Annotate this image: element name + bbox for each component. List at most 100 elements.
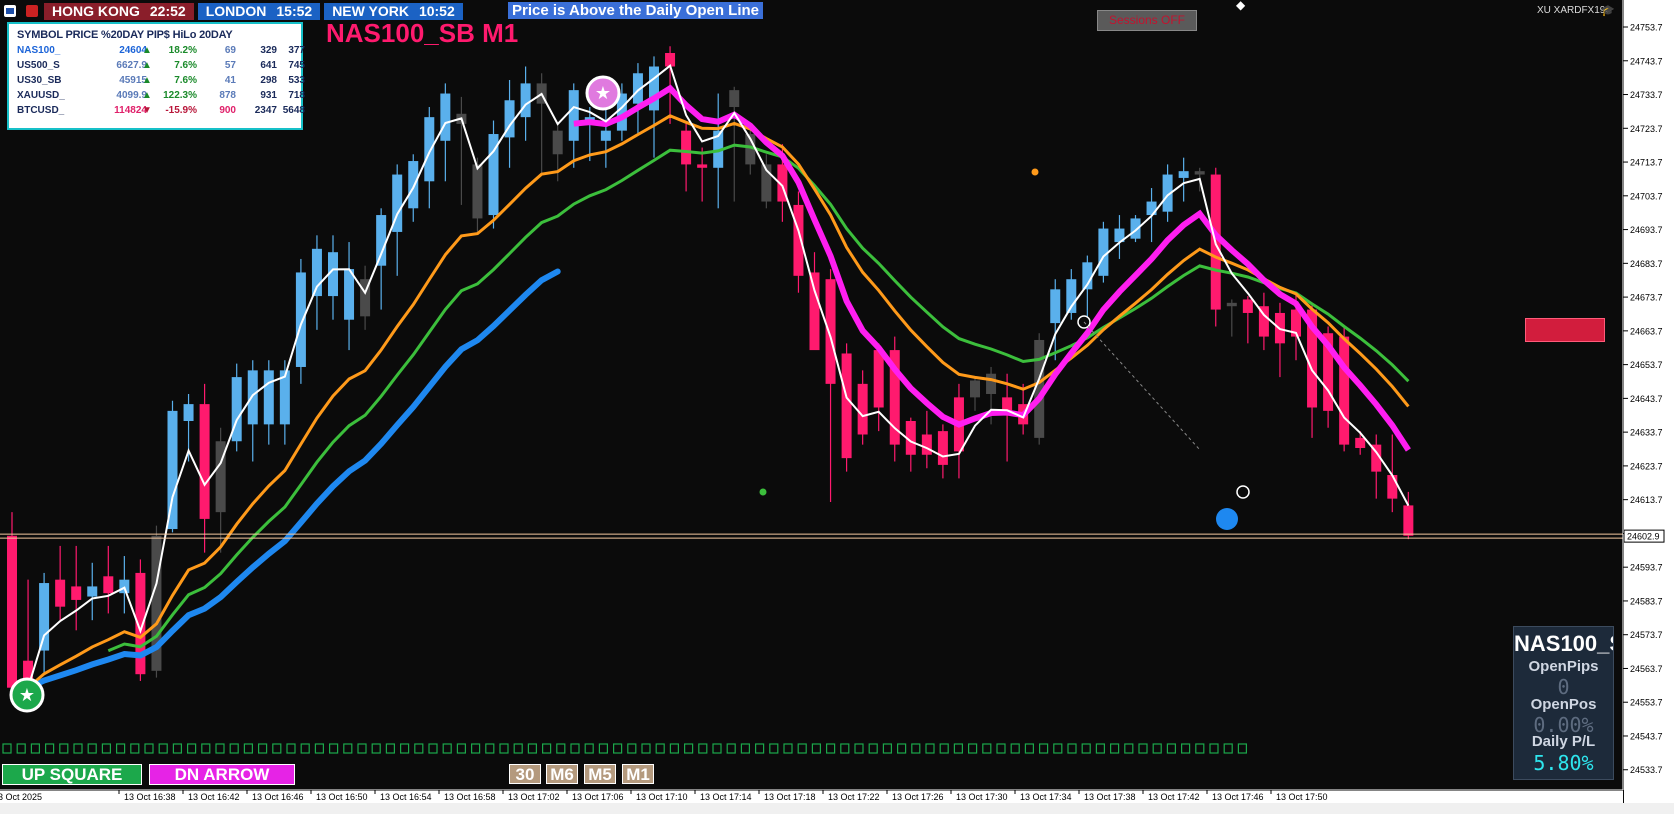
status-strip — [0, 803, 1674, 814]
candle-body — [247, 370, 258, 425]
signal-square — [30, 743, 40, 754]
summary-20day: 745 — [288, 60, 305, 71]
clock-hong-kong: HONG KONG 22:52 — [44, 2, 194, 20]
clock-london: LONDON 15:52 — [197, 2, 321, 20]
time-tick-label: 3 Oct 2025 — [0, 792, 42, 802]
summary-row: XAUUSD_ 4099.9 ▲ 122.3% 878 931 718 — [17, 90, 305, 104]
time-tick-label: 13 Oct 17:22 — [828, 792, 880, 802]
candle-body — [520, 83, 531, 118]
signal-square — [754, 743, 765, 754]
dn-arrow-button[interactable]: DN ARROW — [149, 764, 295, 785]
time-tick-label: 13 Oct 17:14 — [700, 792, 752, 802]
candle-body — [986, 373, 997, 394]
signal-square — [513, 743, 523, 754]
tf-30-button[interactable]: 30 — [509, 764, 541, 784]
summary-price: 114824 — [114, 105, 147, 116]
blue-dot-marker — [1216, 508, 1238, 530]
summary-pips: 57 — [224, 60, 236, 71]
signal-square — [911, 743, 921, 754]
price-tick-label: 24613.7 — [1630, 495, 1663, 505]
price-tick-label: 24653.7 — [1630, 360, 1663, 370]
price-tick-label: 24733.7 — [1630, 90, 1663, 100]
signal-square — [783, 743, 793, 754]
summary-pct: 18.2% — [168, 45, 197, 56]
clock-new-york: NEW YORK 10:52 — [324, 2, 463, 20]
summary-pips: 41 — [224, 75, 236, 86]
price-tick-label: 24563.7 — [1630, 664, 1663, 674]
tf-m6-button[interactable]: M6 — [546, 764, 578, 784]
candle-body — [970, 380, 980, 398]
signal-square — [485, 743, 495, 754]
candle-body — [681, 130, 692, 165]
price-tick-label: 24663.7 — [1630, 326, 1663, 336]
price-tick-label: 24753.7 — [1630, 23, 1663, 33]
time-tick-label: 13 Oct 16:54 — [380, 792, 432, 802]
open-pos-label: OpenPos — [1530, 696, 1597, 713]
time-tick-label: 13 Oct 17:38 — [1084, 792, 1136, 802]
summary-arrow: ▲ — [142, 75, 152, 86]
signal-square — [1109, 743, 1120, 754]
time-tick-label: 13 Oct 16:42 — [188, 792, 240, 802]
summary-pct: 122.3% — [163, 90, 197, 101]
signal-square — [570, 743, 580, 754]
price-alert-box[interactable] — [1525, 318, 1605, 342]
candle-body — [295, 272, 306, 367]
signal-square — [982, 743, 992, 754]
candle-body — [424, 117, 435, 182]
crosshair-marker-icon — [1236, 485, 1250, 499]
candle-body — [408, 161, 419, 209]
candle-body — [1355, 437, 1366, 449]
time-tick-label: 13 Oct 16:50 — [316, 792, 368, 802]
candle-body — [55, 579, 66, 607]
indicator-icon[interactable] — [26, 5, 38, 17]
time-tick-label: 13 Oct 16:46 — [252, 792, 304, 802]
price-tick-label: 24633.7 — [1630, 428, 1663, 438]
time-tick-label: 13 Oct 17:26 — [892, 792, 944, 802]
graduation-cap-icon: 🎓 — [1601, 5, 1615, 17]
candle-body — [1242, 299, 1253, 313]
signal-square — [385, 743, 395, 754]
candle-body — [87, 586, 98, 597]
signal-square — [471, 743, 481, 754]
time-tick-label: 13 Oct 17:50 — [1276, 792, 1328, 802]
chart-list-icon[interactable] — [4, 5, 16, 17]
signal-square — [130, 743, 140, 754]
candle-body — [199, 404, 210, 519]
time-tick-label: 13 Oct 17:30 — [956, 792, 1008, 802]
candle-body — [552, 130, 563, 155]
summary-pips: 69 — [224, 45, 236, 56]
up-square-button[interactable]: UP SQUARE — [2, 764, 142, 785]
signal-square — [598, 743, 609, 754]
summary-arrow: ▲ — [142, 90, 152, 101]
signal-square — [1180, 743, 1191, 754]
open-pips-label: OpenPips — [1528, 658, 1599, 675]
signal-square — [797, 743, 807, 754]
signal-square — [1053, 743, 1063, 754]
candle-body — [729, 90, 740, 108]
signal-square — [996, 743, 1006, 754]
account-label: XU XARDFX19 — [1537, 5, 1606, 16]
time-tick-label: 13 Oct 16:58 — [444, 792, 496, 802]
tf-m1-button[interactable]: M1 — [622, 764, 654, 784]
price-tick-label: 24543.7 — [1630, 731, 1663, 741]
sessions-toggle-button[interactable]: Sessions OFF — [1097, 10, 1197, 31]
summary-arrow: ▼ — [142, 105, 152, 116]
ma-blue-line — [25, 268, 561, 691]
signal-square — [840, 743, 850, 754]
signal-square — [1166, 743, 1177, 754]
summary-price: 4099.9 — [116, 90, 147, 101]
signal-square — [825, 743, 836, 754]
summary-20day: 718 — [288, 90, 305, 101]
summary-hilo: 2347 — [254, 105, 277, 116]
collapse-arrow-icon[interactable]: ◆ — [1236, 0, 1245, 12]
candle-body — [1050, 289, 1061, 324]
summary-arrow: ▲ — [142, 60, 152, 71]
time-tick-label: 13 Oct 17:18 — [764, 792, 816, 802]
signal-square — [258, 743, 268, 754]
signal-square — [641, 743, 651, 754]
tf-m5-button[interactable]: M5 — [584, 764, 616, 784]
candle-body — [841, 353, 852, 459]
candle-body — [1387, 475, 1398, 499]
summary-symbol: US30_SB — [17, 75, 62, 86]
time-tick-label: 13 Oct 17:06 — [572, 792, 624, 802]
